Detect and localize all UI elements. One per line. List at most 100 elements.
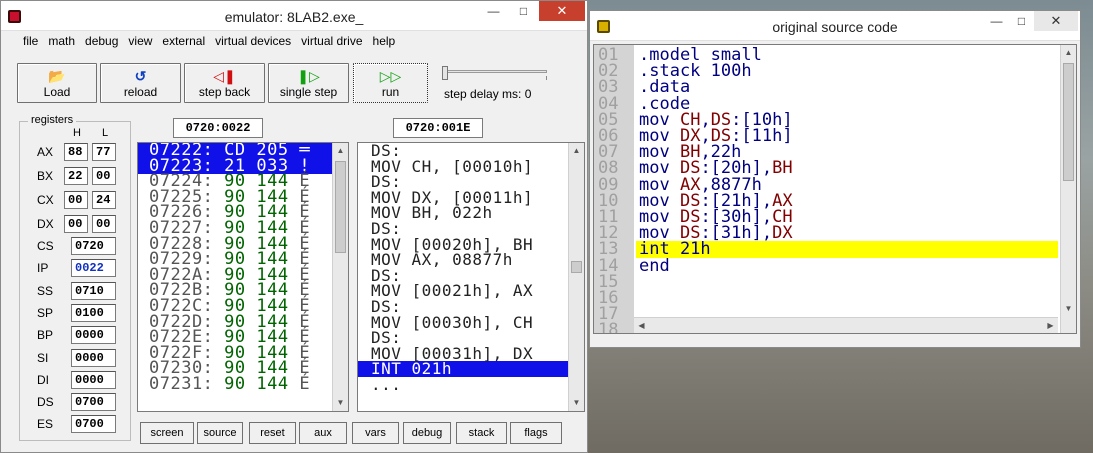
register-es-value[interactable]: 0700 xyxy=(71,415,116,434)
source-editor[interactable]: 01 .model small 02 .stack 100h 03 .data 04 .cod… xyxy=(593,44,1077,334)
scroll-right-icon[interactable]: ▶ xyxy=(1043,318,1058,333)
register-bp-value[interactable]: 0000 xyxy=(71,326,116,345)
source-titlebar[interactable]: original source code — □ ✕ xyxy=(590,11,1080,41)
l-header: L xyxy=(102,127,109,139)
menu-file[interactable]: file xyxy=(1,31,43,48)
register-di-value[interactable]: 0000 xyxy=(71,370,116,389)
register-label-bp: BP xyxy=(37,328,54,343)
source-line[interactable]: end xyxy=(636,257,1058,274)
scroll-down-icon[interactable]: ▼ xyxy=(569,395,584,411)
register-cs-value[interactable]: 0720 xyxy=(71,237,116,255)
source-vertical-scrollbar[interactable]: ▲ ▼ xyxy=(1060,45,1076,333)
menu-help[interactable]: help xyxy=(368,31,401,48)
reload-button[interactable]: ↺ reload xyxy=(100,63,181,103)
maximize-icon[interactable]: □ xyxy=(510,1,537,21)
menu-view[interactable]: view xyxy=(123,31,157,48)
debug-button[interactable]: debug xyxy=(403,422,451,444)
register-dx-high[interactable]: 00 xyxy=(64,215,88,233)
aux-button[interactable]: aux xyxy=(299,422,347,444)
step-delay-label: step delay ms: 0 xyxy=(444,87,532,101)
screen-button[interactable]: screen xyxy=(140,422,194,444)
scroll-left-icon[interactable]: ◀ xyxy=(634,318,649,333)
reset-button[interactable]: reset xyxy=(249,422,296,444)
memory-rows: 07222: CD 205 ═ 07223: 21 033 ! 07224: 90 … xyxy=(138,143,348,393)
register-ds-value[interactable]: 0700 xyxy=(71,393,116,412)
register-label-cs: CS xyxy=(37,239,54,253)
registers-legend: registers xyxy=(28,114,77,126)
flags-button[interactable]: flags xyxy=(510,422,562,444)
scroll-up-icon[interactable]: ▲ xyxy=(1061,45,1076,61)
emulator-window: emulator: 8LAB2.exe_ — □ ✕ file math debug… xyxy=(0,0,588,453)
memory-char: É xyxy=(299,373,311,394)
menu-bar: file math debug view external virtual devices… xyxy=(1,31,587,51)
register-cx-high[interactable]: 00 xyxy=(64,191,88,209)
stack-button[interactable]: stack xyxy=(456,422,507,444)
register-token: BH xyxy=(772,158,793,179)
memory-address-field[interactable]: 0720:0022 xyxy=(173,118,263,138)
step-delay-slider[interactable] xyxy=(447,70,547,73)
close-icon[interactable]: ✕ xyxy=(1034,11,1078,31)
minimize-icon[interactable]: — xyxy=(983,11,1010,31)
reload-icon: ↺ xyxy=(134,68,147,84)
register-dx-low[interactable]: 00 xyxy=(92,215,116,233)
step-back-button[interactable]: ◁❚ step back xyxy=(184,63,265,103)
source-scroll-thumb[interactable] xyxy=(1063,63,1074,181)
close-icon[interactable]: ✕ xyxy=(539,1,585,21)
step-delay-slider-thumb[interactable] xyxy=(442,66,448,80)
scroll-up-icon[interactable]: ▲ xyxy=(569,143,584,159)
memory-address: 07231: xyxy=(149,373,214,394)
disassembly-row[interactable]: ... xyxy=(358,377,584,393)
register-cx-low[interactable]: 24 xyxy=(92,191,116,209)
menu-external[interactable]: external xyxy=(157,31,210,48)
source-line[interactable]: int 21h xyxy=(636,241,1058,258)
scroll-down-icon[interactable]: ▼ xyxy=(1061,301,1076,317)
register-bx-low[interactable]: 00 xyxy=(92,167,116,185)
source-line[interactable]: .stack 100h xyxy=(636,63,1058,80)
menu-debug[interactable]: debug xyxy=(80,31,123,48)
memory-list[interactable]: 07222: CD 205 ═ 07223: 21 033 ! 07224: 90 … xyxy=(137,142,349,412)
register-si-value[interactable]: 0000 xyxy=(71,348,116,367)
source-line[interactable] xyxy=(636,274,1058,290)
register-ip-value[interactable]: 0022 xyxy=(71,259,116,278)
disassembly-scroll-thumb[interactable] xyxy=(571,261,582,273)
emulator-titlebar[interactable]: emulator: 8LAB2.exe_ — □ ✕ xyxy=(1,1,587,31)
scroll-down-icon[interactable]: ▼ xyxy=(333,395,348,411)
menu-virtual-devices[interactable]: virtual devices xyxy=(210,31,296,48)
register-label-cx: CX xyxy=(37,193,54,207)
menu-math[interactable]: math xyxy=(43,31,80,48)
memory-scrollbar[interactable]: ▲ ▼ xyxy=(332,143,348,411)
source-line[interactable] xyxy=(636,290,1058,306)
scroll-up-icon[interactable]: ▲ xyxy=(333,143,348,159)
folder-icon: 📂 xyxy=(48,68,66,84)
disassembly-rows: DS: MOV CH, [00010h] DS: MOV DX, [00011h] MO… xyxy=(358,143,584,393)
single-step-button[interactable]: ❚▷ single step xyxy=(268,63,349,103)
register-ax-low[interactable]: 77 xyxy=(92,143,116,161)
disassembly-list[interactable]: DS: MOV CH, [00010h] DS: MOV DX, [00011h] MO… xyxy=(357,142,585,412)
source-line[interactable]: .data xyxy=(636,79,1058,96)
disasm-address-field[interactable]: 0720:001E xyxy=(393,118,483,138)
run-icon: ▷▷ xyxy=(379,68,402,84)
disassembly-scrollbar[interactable]: ▲ ▼ xyxy=(568,143,584,411)
register-label-si: SI xyxy=(37,350,49,365)
single-step-icon: ❚▷ xyxy=(297,68,320,84)
register-ss-value[interactable]: 0710 xyxy=(71,281,116,300)
menu-virtual-drive[interactable]: virtual drive xyxy=(296,31,367,48)
register-label-di: DI xyxy=(37,372,49,387)
register-label-ax: AX xyxy=(37,145,54,159)
register-sp-value[interactable]: 0100 xyxy=(71,303,116,322)
register-bx-high[interactable]: 22 xyxy=(64,167,88,185)
memory-row[interactable]: 07231: 90 144 É xyxy=(138,373,348,394)
source-horizontal-scrollbar[interactable]: ◀ ▶ xyxy=(634,317,1058,333)
minimize-icon[interactable]: — xyxy=(480,1,507,21)
source-button[interactable]: source xyxy=(197,422,243,444)
run-button[interactable]: ▷▷ run xyxy=(353,63,428,103)
register-label-ip: IP xyxy=(37,261,49,276)
memory-bytes: 90 144 xyxy=(224,373,289,394)
memory-scroll-thumb[interactable] xyxy=(335,161,346,253)
register-label-dx: DX xyxy=(37,217,54,231)
line-number: 18 xyxy=(598,320,619,334)
maximize-icon[interactable]: □ xyxy=(1008,11,1035,31)
register-ax-high[interactable]: 88 xyxy=(64,143,88,161)
load-button[interactable]: 📂 Load xyxy=(17,63,97,103)
vars-button[interactable]: vars xyxy=(352,422,399,444)
